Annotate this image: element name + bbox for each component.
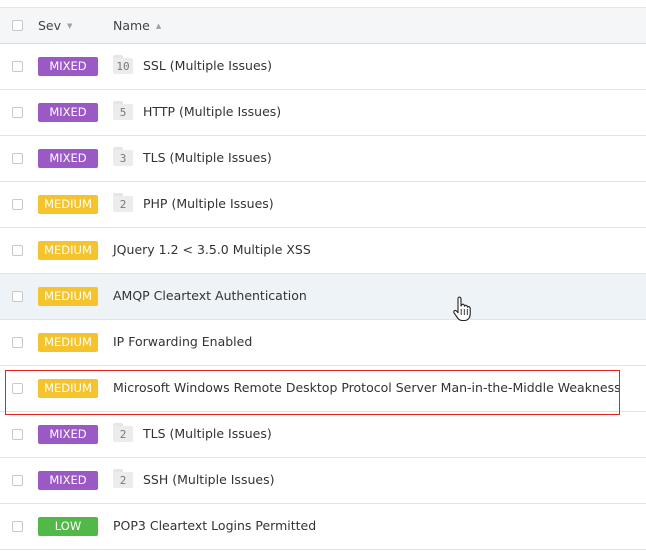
severity-badge: MIXED [38, 425, 98, 444]
issue-name[interactable]: SSH (Multiple Issues) [143, 472, 274, 487]
severity-badge: MEDIUM [38, 333, 98, 352]
name-header-label: Name [113, 18, 150, 33]
severity-badge: MIXED [38, 149, 98, 168]
name-column-header[interactable]: Name ▲ [113, 18, 161, 33]
issue-name[interactable]: IP Forwarding Enabled [113, 334, 252, 349]
severity-badge: MEDIUM [38, 287, 98, 306]
folder-icon: 3 [113, 147, 133, 167]
sev-header-label: Sev [38, 18, 62, 33]
table-row[interactable]: MIXED 5 HTTP (Multiple Issues) [0, 90, 646, 136]
vulnerability-table: Sev ▼ Name ▲ MIXED 10 SSL (Multiple Issues) M… [0, 7, 646, 550]
row-checkbox[interactable] [12, 199, 23, 210]
highlight-annotation-box [5, 370, 620, 415]
row-checkbox[interactable] [12, 291, 23, 302]
table-row[interactable]: MIXED 10 SSL (Multiple Issues) [0, 44, 646, 90]
row-checkbox[interactable] [12, 429, 23, 440]
issue-count: 2 [113, 472, 133, 488]
folder-icon: 10 [113, 55, 133, 75]
table-row[interactable]: MIXED 3 TLS (Multiple Issues) [0, 136, 646, 182]
sort-up-icon: ▲ [155, 22, 162, 30]
issue-name[interactable]: TLS (Multiple Issues) [143, 426, 272, 441]
table-row[interactable]: MEDIUM 2 PHP (Multiple Issues) [0, 182, 646, 228]
folder-icon: 2 [113, 423, 133, 443]
table-header: Sev ▼ Name ▲ [0, 7, 646, 44]
row-checkbox[interactable] [12, 245, 23, 256]
issue-count: 5 [113, 104, 133, 120]
issue-count: 10 [113, 58, 133, 74]
row-checkbox[interactable] [12, 153, 23, 164]
severity-badge: MIXED [38, 103, 98, 122]
severity-badge: MIXED [38, 471, 98, 490]
issue-name[interactable]: HTTP (Multiple Issues) [143, 104, 281, 119]
table-row[interactable]: MEDIUM JQuery 1.2 < 3.5.0 Multiple XSS [0, 228, 646, 274]
issue-count: 2 [113, 426, 133, 442]
table-row[interactable]: MEDIUM IP Forwarding Enabled [0, 320, 646, 366]
issue-name[interactable]: POP3 Cleartext Logins Permitted [113, 518, 316, 533]
issue-name[interactable]: SSL (Multiple Issues) [143, 58, 272, 73]
table-row[interactable]: MIXED 2 SSH (Multiple Issues) [0, 458, 646, 504]
sort-down-icon: ▼ [67, 22, 73, 30]
severity-badge: LOW [38, 517, 98, 536]
issue-name[interactable]: JQuery 1.2 < 3.5.0 Multiple XSS [113, 242, 311, 257]
issue-count: 3 [113, 150, 133, 166]
issue-count: 2 [113, 196, 133, 212]
severity-badge: MEDIUM [38, 195, 98, 214]
table-body: MIXED 10 SSL (Multiple Issues) MIXED 5 HTTP (… [0, 44, 646, 550]
table-row[interactable]: MEDIUM AMQP Cleartext Authentication [0, 274, 646, 320]
row-checkbox[interactable] [12, 61, 23, 72]
select-all-checkbox[interactable] [12, 20, 23, 31]
row-checkbox[interactable] [12, 107, 23, 118]
row-checkbox[interactable] [12, 337, 23, 348]
row-checkbox[interactable] [12, 521, 23, 532]
issue-name[interactable]: AMQP Cleartext Authentication [113, 288, 307, 303]
folder-icon: 2 [113, 469, 133, 489]
hand-cursor-icon [453, 296, 471, 322]
issue-name[interactable]: TLS (Multiple Issues) [143, 150, 272, 165]
table-row[interactable]: MIXED 2 TLS (Multiple Issues) [0, 412, 646, 458]
severity-badge: MIXED [38, 57, 98, 76]
table-row[interactable]: LOW POP3 Cleartext Logins Permitted [0, 504, 646, 550]
row-checkbox[interactable] [12, 475, 23, 486]
folder-icon: 5 [113, 101, 133, 121]
severity-badge: MEDIUM [38, 241, 98, 260]
folder-icon: 2 [113, 193, 133, 213]
issue-name[interactable]: PHP (Multiple Issues) [143, 196, 274, 211]
sev-column-header[interactable]: Sev ▼ [38, 18, 72, 33]
